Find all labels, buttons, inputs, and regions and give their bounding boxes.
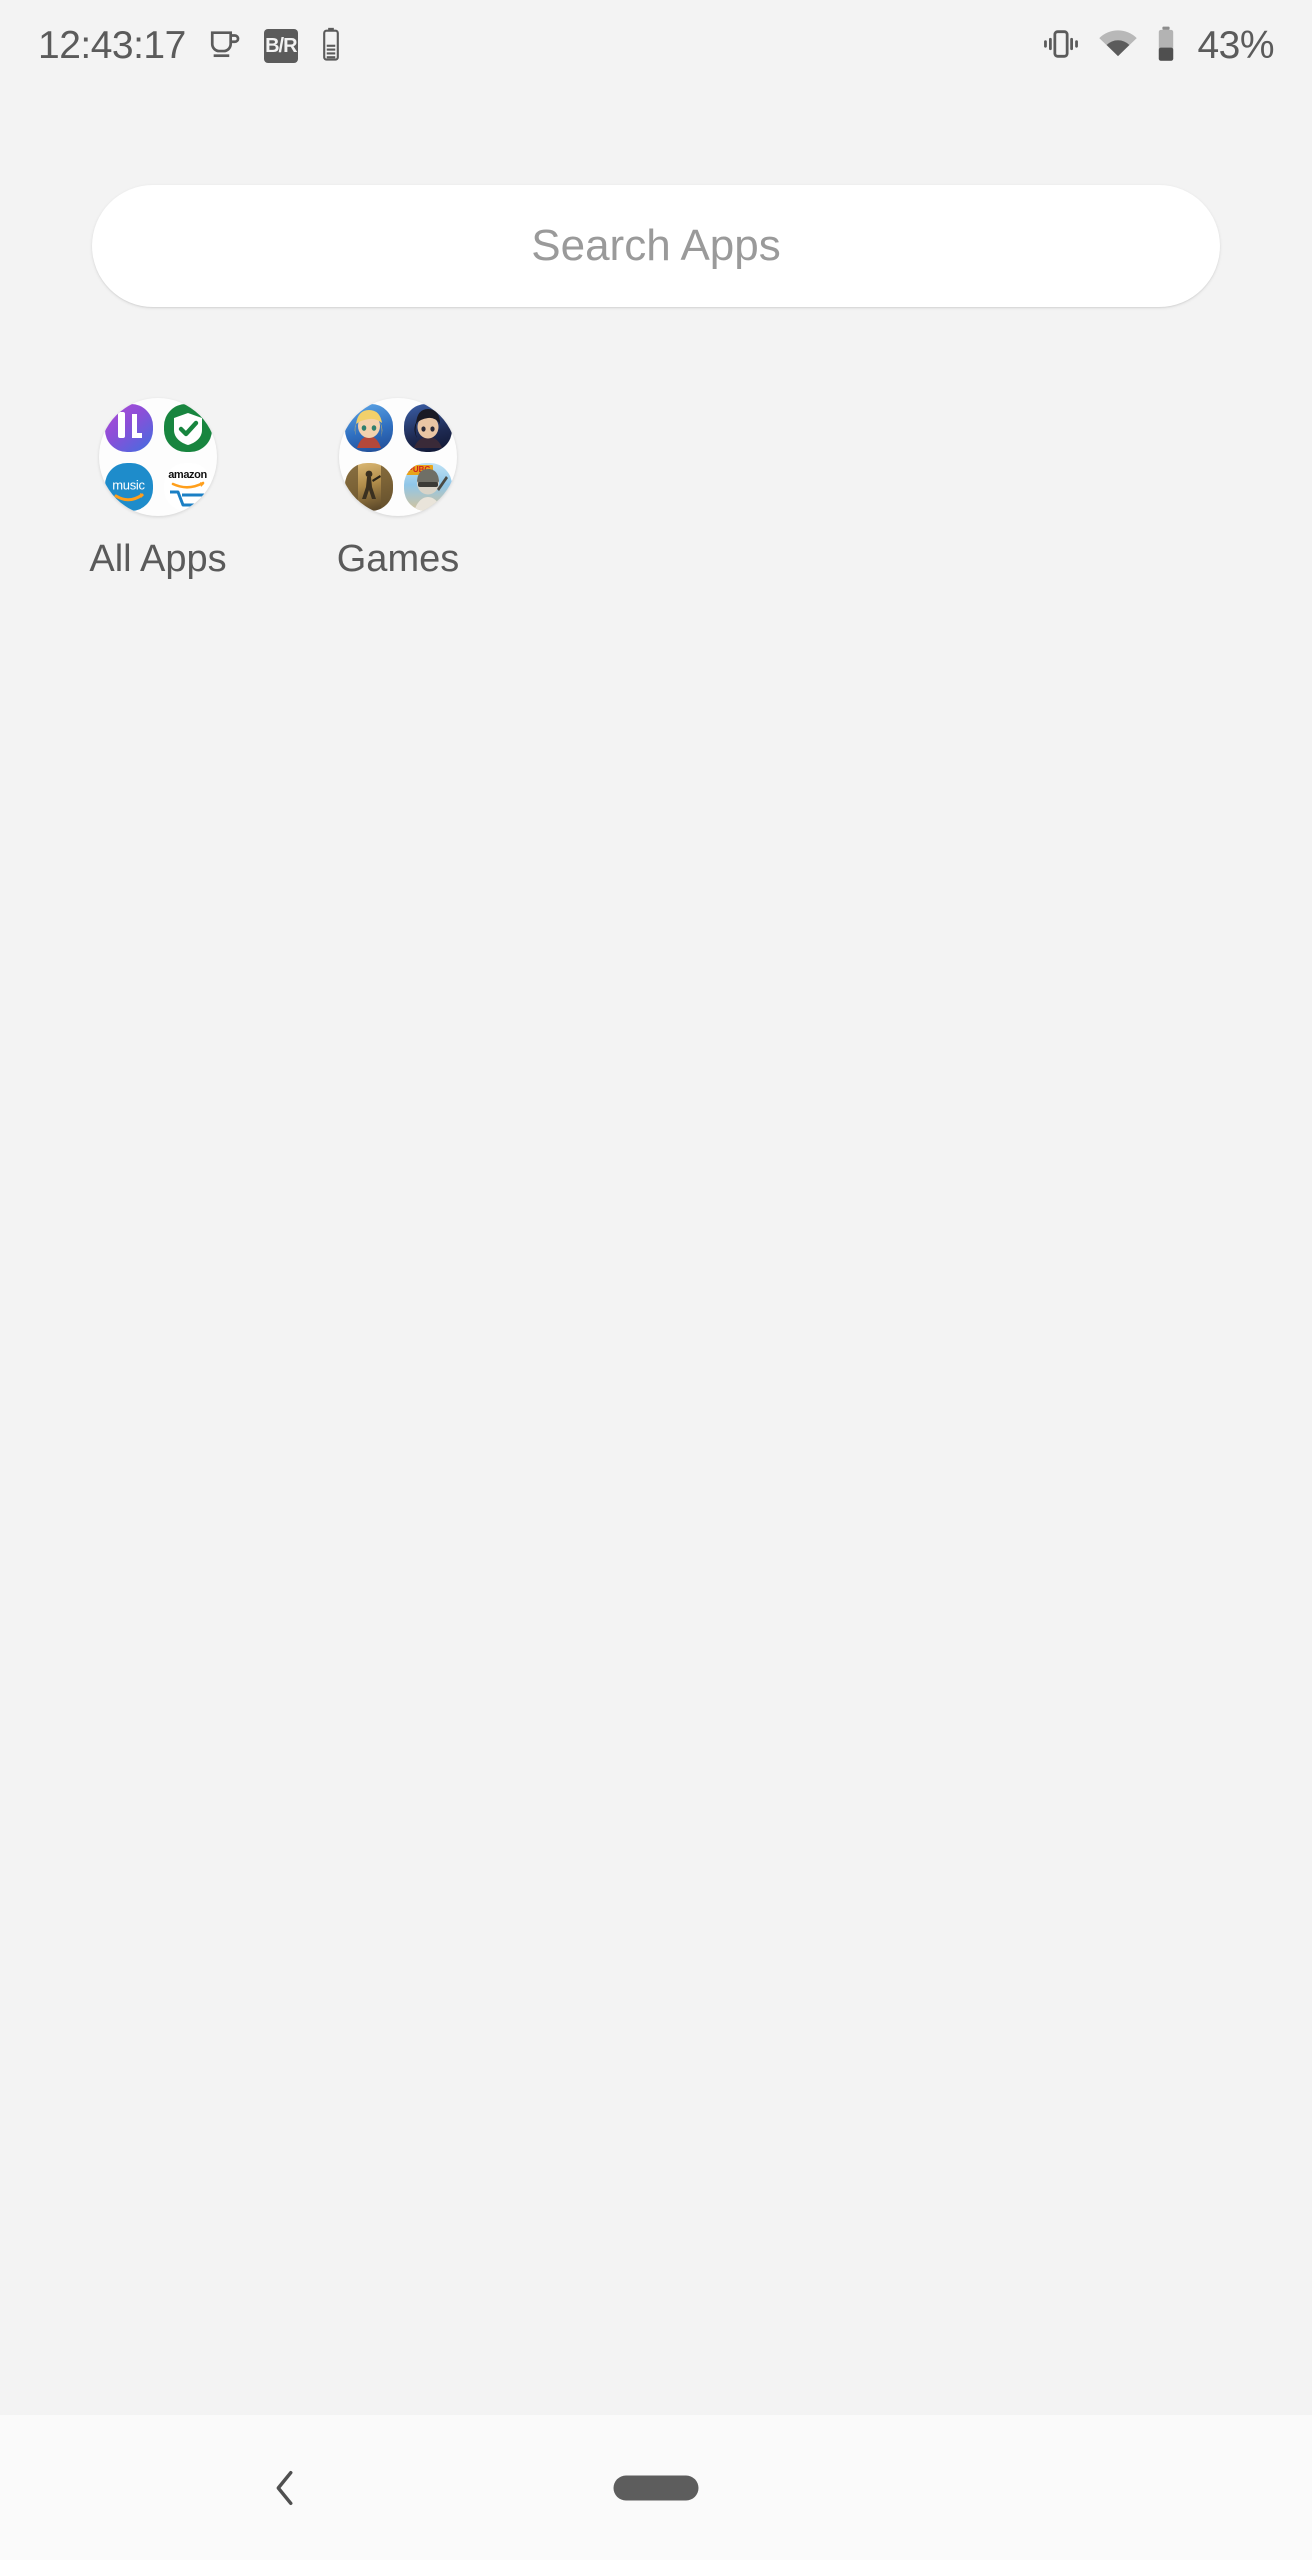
anime-action-app-icon [398,398,457,457]
battery-icon [1155,26,1177,67]
search-placeholder: Search Apps [531,221,781,270]
status-bar: 12:43:17 B/R 43% [0,0,1312,92]
status-clock: 12:43:17 [38,24,186,67]
search-input[interactable]: Search Apps [92,185,1220,307]
status-bar-left: 12:43:17 B/R [38,24,342,68]
desert-survival-app-icon [339,457,398,516]
folder-grid: music amazon All Apps PUBG Games [38,398,518,581]
folder-all-apps-preview: music amazon [99,398,217,516]
vibrate-icon [1041,28,1081,65]
security-check-app-icon [158,398,217,457]
folder-all-apps[interactable]: music amazon All Apps [38,398,278,581]
home-pill-button[interactable] [613,2475,699,2500]
anime-rpg-app-icon [339,398,398,457]
status-bar-right: 43% [1041,24,1274,68]
battery-saver-icon [320,27,342,66]
lightroom-app-icon [99,398,158,457]
navigation-bar [0,2415,1312,2560]
folder-games-label: Games [336,538,460,580]
br-badge-icon: B/R [263,29,298,63]
battery-percent-label: 43% [1197,24,1274,67]
launcher-screen: 12:43:17 B/R 43% Search Apps music amazo… [0,0,1312,2560]
folder-all-apps-label: All Apps [89,538,227,580]
back-button[interactable] [255,2458,315,2518]
chevron-left-icon [276,2470,293,2505]
amazon-shopping-app-icon: amazon [158,457,217,516]
folder-games[interactable]: PUBG Games [278,398,518,581]
coffee-cup-icon [208,27,242,66]
br-badge-label: B/R [265,35,297,57]
amazon-music-app-icon: music [99,457,158,516]
wifi-icon [1097,28,1139,65]
pubg-mobile-app-icon: PUBG [398,457,457,516]
folder-games-preview: PUBG [339,398,457,516]
